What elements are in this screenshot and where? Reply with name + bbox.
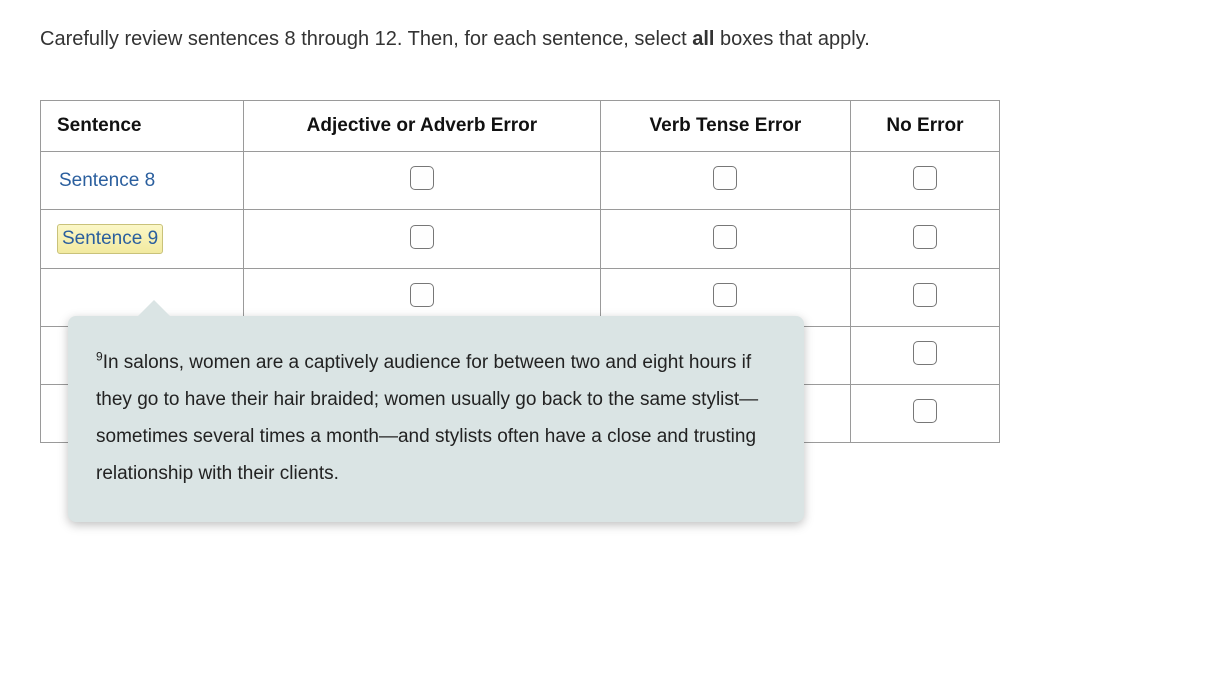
checkbox-s10-verb[interactable] xyxy=(713,283,737,307)
checkbox-s8-verb[interactable] xyxy=(713,166,737,190)
sentence-link-11[interactable] xyxy=(57,357,61,361)
checkbox-s12-noerr[interactable] xyxy=(913,399,937,423)
checkbox-s9-noerr[interactable] xyxy=(913,225,937,249)
instruction-text: Carefully review sentences 8 through 12.… xyxy=(40,24,1172,54)
instruction-suffix: boxes that apply. xyxy=(714,28,869,50)
sentence-link-10[interactable] xyxy=(57,299,61,303)
header-sentence: Sentence xyxy=(41,101,244,152)
sentence-link-12[interactable] xyxy=(57,415,61,419)
checkbox-s10-adjadv[interactable] xyxy=(410,283,434,307)
header-noerr: No Error xyxy=(850,101,999,152)
checkbox-s10-noerr[interactable] xyxy=(913,283,937,307)
header-adj-adv: Adjective or Adverb Error xyxy=(244,101,601,152)
sentence-link-8[interactable]: Sentence 8 xyxy=(57,168,157,194)
sentence-tooltip: 9In salons, women are a captively audien… xyxy=(68,316,804,522)
instruction-prefix: Carefully review sentences 8 through 12.… xyxy=(40,28,692,50)
checkbox-s9-verb[interactable] xyxy=(713,225,737,249)
checkbox-s11-noerr[interactable] xyxy=(913,341,937,365)
checkbox-s8-noerr[interactable] xyxy=(913,166,937,190)
header-verb: Verb Tense Error xyxy=(600,101,850,152)
checkbox-s8-adjadv[interactable] xyxy=(410,166,434,190)
table-row: Sentence 8 xyxy=(41,152,1000,210)
sentence-link-9[interactable]: Sentence 9 xyxy=(57,224,163,254)
instruction-bold: all xyxy=(692,28,714,50)
tooltip-text: In salons, women are a captively audienc… xyxy=(96,352,758,484)
table-row: Sentence 9 xyxy=(41,210,1000,269)
tooltip-superscript: 9 xyxy=(96,350,103,364)
checkbox-s9-adjadv[interactable] xyxy=(410,225,434,249)
